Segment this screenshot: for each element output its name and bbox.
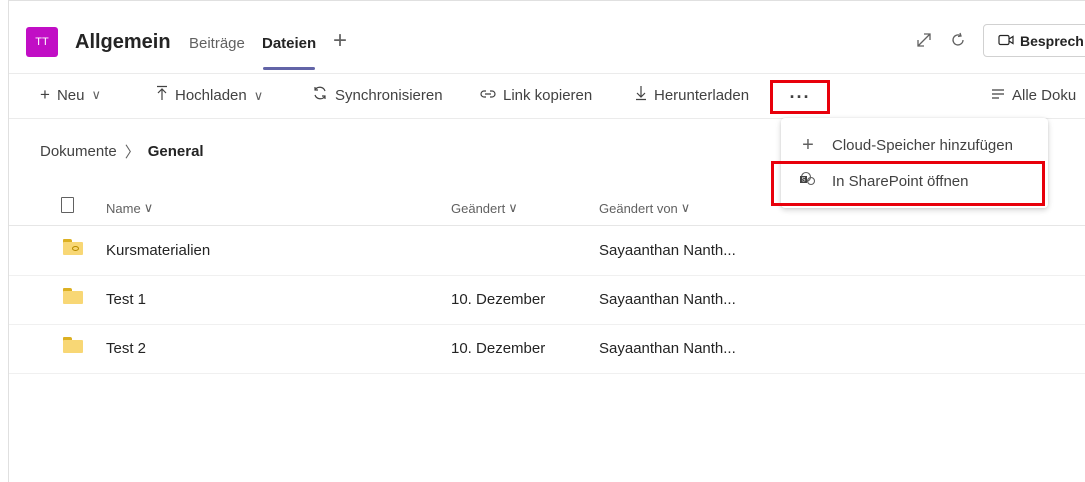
copy-link-label: Link kopieren (503, 86, 593, 104)
plus-icon: + (802, 133, 814, 156)
team-avatar[interactable]: TT (26, 27, 58, 57)
copy-link-button[interactable]: Link kopieren (480, 85, 592, 105)
file-name[interactable]: Test 2 (106, 340, 146, 357)
column-header-modified[interactable]: Geändert ∨ (451, 200, 518, 216)
folder-icon (63, 337, 83, 353)
file-name[interactable]: Test 1 (106, 291, 146, 308)
chevron-down-icon: ∨ (91, 87, 101, 102)
more-options-button[interactable]: ··· (770, 80, 830, 114)
channel-header: TT Allgemein Beiträge Dateien + Besprech (9, 1, 1085, 71)
folder-icon (63, 288, 83, 304)
refresh-icon[interactable] (949, 31, 967, 54)
menu-item-add-cloud-storage[interactable]: + Cloud-Speicher hinzufügen (781, 127, 1048, 163)
sync-button[interactable]: Synchronisieren (312, 85, 443, 106)
expand-icon[interactable] (915, 31, 933, 54)
meet-label: Besprech (1020, 32, 1084, 49)
add-tab-icon[interactable]: + (333, 27, 347, 55)
download-icon (635, 85, 647, 106)
view-options-label: Alle Doku (1012, 86, 1077, 104)
menu-item-label: Cloud-Speicher hinzufügen (832, 136, 1013, 154)
breadcrumb: Dokumente 〉 General (40, 141, 204, 162)
column-header-name[interactable]: Name ∨ (106, 200, 153, 216)
table-row[interactable]: Test 2 10. Dezember Sayaanthan Nanth... (9, 325, 1085, 374)
column-modified-label: Geändert (451, 200, 506, 216)
new-button[interactable]: + Neu ∨ (40, 85, 101, 105)
shared-folder-icon (63, 239, 83, 255)
file-name[interactable]: Kursmaterialien (106, 242, 210, 259)
file-modified-by: Sayaanthan Nanth... (599, 242, 736, 259)
file-modified-by: Sayaanthan Nanth... (599, 291, 736, 308)
download-label: Herunterladen (654, 87, 750, 104)
sync-icon (312, 85, 328, 106)
column-header-modified-by[interactable]: Geändert von ∨ (599, 200, 690, 216)
column-modified-by-label: Geändert von (599, 200, 678, 216)
chevron-down-icon: ∨ (680, 200, 691, 215)
meet-button[interactable]: Besprech (983, 24, 1085, 57)
file-modified-by: Sayaanthan Nanth... (599, 340, 736, 357)
channel-name: Allgemein (75, 31, 171, 53)
file-type-icon[interactable] (61, 197, 74, 213)
chevron-right-icon: 〉 (124, 144, 140, 161)
chevron-down-icon: ∨ (508, 200, 518, 215)
plus-icon: + (40, 85, 50, 104)
file-modified: 10. Dezember (451, 291, 546, 308)
active-tab-indicator (263, 67, 315, 70)
list-view-icon (991, 85, 1005, 105)
chevron-down-icon: ∨ (253, 87, 264, 103)
upload-button[interactable]: Hochladen ∨ (156, 85, 263, 106)
breadcrumb-root[interactable]: Dokumente (40, 143, 117, 160)
command-bar: + Neu ∨ Hochladen ∨ Synchronisieren Link… (9, 73, 1085, 119)
breadcrumb-current: General (147, 143, 204, 160)
upload-icon (156, 85, 168, 106)
download-button[interactable]: Herunterladen (635, 85, 749, 106)
view-options-button[interactable]: Alle Doku (991, 85, 1076, 105)
tab-dateien[interactable]: Dateien (262, 35, 316, 52)
chevron-down-icon: ∨ (143, 200, 154, 215)
sync-label: Synchronisieren (335, 87, 443, 104)
teams-files-pane: TT Allgemein Beiträge Dateien + Besprech… (8, 0, 1085, 482)
table-row[interactable]: Test 1 10. Dezember Sayaanthan Nanth... (9, 276, 1085, 325)
new-label: Neu (56, 86, 85, 104)
highlight-annotation (771, 161, 1045, 206)
table-row[interactable]: Kursmaterialien Sayaanthan Nanth... (9, 227, 1085, 276)
video-icon (998, 33, 1014, 49)
link-icon (480, 85, 496, 105)
column-name-label: Name (106, 200, 141, 216)
file-modified: 10. Dezember (451, 340, 546, 357)
upload-label: Hochladen (175, 87, 247, 104)
tab-beitraege[interactable]: Beiträge (189, 35, 245, 52)
